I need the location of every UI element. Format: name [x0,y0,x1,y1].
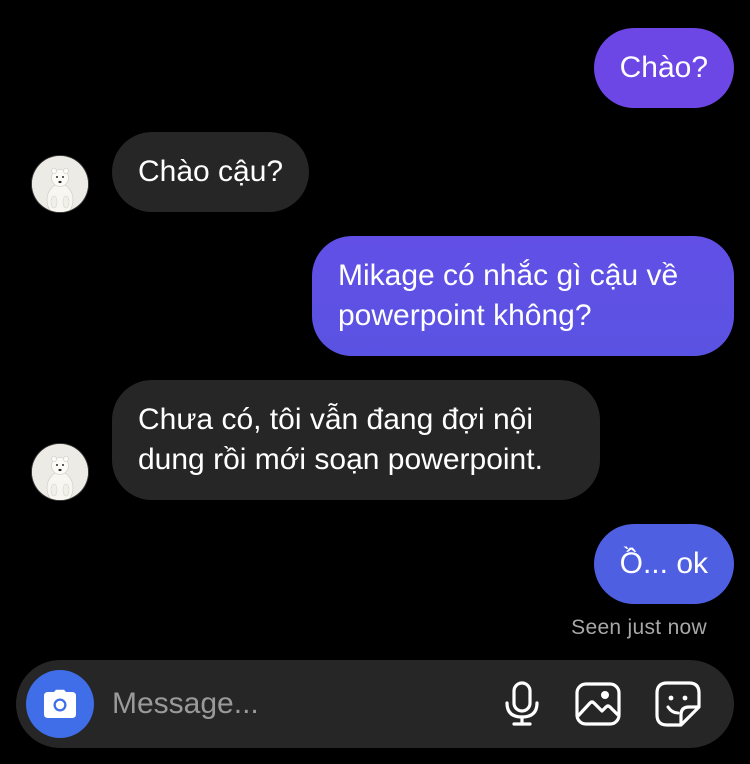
outgoing-message-bubble[interactable]: Ồ... ok [593,524,734,604]
incoming-message-bubble[interactable]: Chào cậu? [112,132,310,212]
message-text: Mikage có nhắc gì cậu về powerpoint khôn… [338,259,679,332]
message-text: Ồ... ok [619,547,708,580]
microphone-button[interactable] [498,680,546,728]
message-text: Chào cậu? [138,155,284,188]
polar-bear-avatar-icon [32,444,88,500]
sticker-button[interactable] [654,680,702,728]
message-composer [16,660,734,748]
camera-button[interactable] [26,670,94,738]
seen-status: Seen just now [571,616,707,639]
incoming-message-bubble[interactable]: Chưa có, tôi vẫn đang đợi nội dung rồi m… [112,380,600,500]
gallery-button[interactable] [574,680,622,728]
message-input[interactable] [112,682,472,726]
outgoing-message-bubble[interactable]: Chào? [593,28,734,108]
sticker-icon [655,681,701,727]
image-gallery-icon [575,682,621,726]
polar-bear-avatar-icon [32,156,88,212]
camera-icon [44,689,76,718]
microphone-icon [505,681,539,726]
contact-avatar[interactable] [32,444,88,500]
message-text: Chưa có, tôi vẫn đang đợi nội dung rồi m… [138,403,543,476]
contact-avatar[interactable] [32,156,88,212]
message-text: Chào? [619,51,708,84]
outgoing-message-bubble[interactable]: Mikage có nhắc gì cậu về powerpoint khôn… [312,236,734,356]
